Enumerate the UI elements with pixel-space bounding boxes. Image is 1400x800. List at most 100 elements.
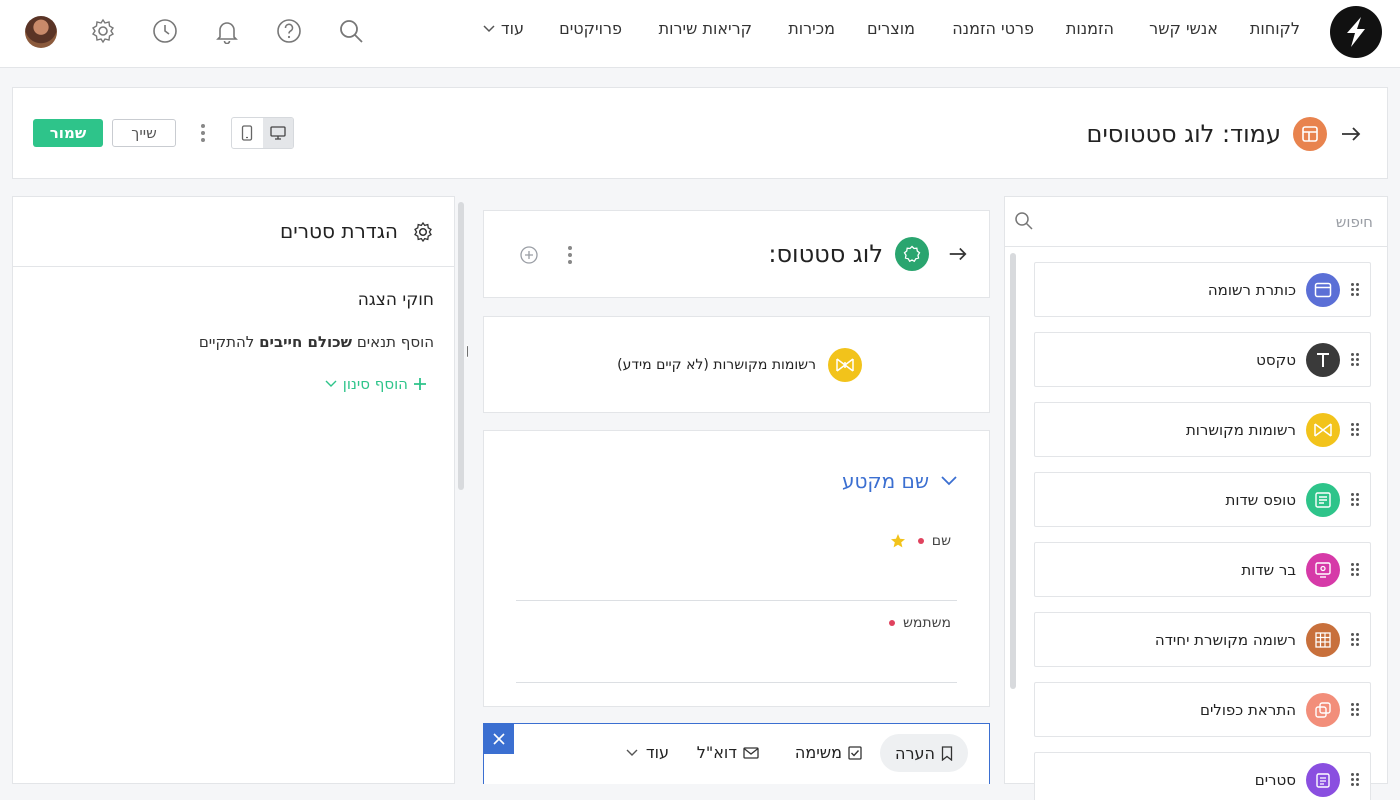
desktop-icon — [270, 126, 286, 140]
tab-more-label: עוד — [645, 743, 669, 762]
chevron-down-icon — [626, 749, 638, 756]
component-item[interactable]: כותרת רשומה — [1034, 262, 1371, 317]
nav-item-contacts[interactable]: אנשי קשר — [1149, 19, 1218, 38]
page-canvas: לוג סטטוס: רשומות מקושרות (לא קיים מידע)… — [458, 196, 1004, 784]
tab-more[interactable]: עוד — [626, 743, 669, 762]
component-label: טקסט — [1256, 350, 1296, 369]
top-navigation: לקוחות אנשי קשר הזמנות פרטי הזמנה מוצרים… — [0, 0, 1400, 68]
component-item[interactable]: טופס שדות — [1034, 472, 1371, 527]
tab-task[interactable]: משימה — [795, 743, 862, 762]
star-icon — [890, 534, 905, 548]
back-arrow-icon[interactable] — [1339, 122, 1363, 146]
nav-item-customers[interactable]: לקוחות — [1250, 19, 1300, 38]
drag-handle-icon[interactable] — [1340, 283, 1370, 296]
back-arrow-icon[interactable] — [947, 243, 969, 265]
nav-more-menu[interactable]: עוד — [483, 19, 524, 38]
nav-item-sales[interactable]: מכירות — [788, 19, 835, 38]
app-logo[interactable] — [1330, 6, 1382, 58]
drag-handle-icon[interactable] — [1340, 563, 1370, 576]
component-item[interactable]: סטרים — [1034, 752, 1371, 800]
nav-item-order-details[interactable]: פרטי הזמנה — [952, 19, 1034, 38]
components-scrollbar[interactable] — [1010, 253, 1016, 689]
notifications-button[interactable] — [212, 16, 242, 46]
drag-handle-icon[interactable] — [1340, 773, 1370, 786]
component-item[interactable]: בר שדות — [1034, 542, 1371, 597]
section-header[interactable]: שם מקטע — [842, 469, 957, 493]
share-button[interactable]: שייך — [112, 119, 176, 147]
drag-handle-icon[interactable] — [1340, 703, 1370, 716]
text-icon — [1306, 342, 1340, 377]
form-icon — [1306, 482, 1340, 517]
mobile-view-button[interactable] — [232, 118, 263, 148]
component-label: רשומות מקושרות — [1185, 420, 1296, 439]
field-label: שם — [931, 533, 951, 549]
add-filter-button[interactable]: הוסף סינון — [325, 375, 426, 393]
settings-button[interactable] — [88, 16, 118, 46]
divider — [13, 266, 454, 267]
drag-handle-icon[interactable] — [1340, 353, 1370, 366]
section-card[interactable]: שם מקטע שם משתמש — [483, 430, 990, 707]
tab-email[interactable]: דוא"ל — [697, 743, 759, 762]
display-rules-description: הוסף תנאים שכולם חייבים להתקיים — [199, 333, 434, 351]
component-item[interactable]: התראת כפולים — [1034, 682, 1371, 737]
field-name[interactable]: שם — [890, 533, 951, 549]
component-label: התראת כפולים — [1200, 700, 1296, 719]
nav-item-products[interactable]: מוצרים — [867, 19, 915, 38]
save-button[interactable]: שמור — [33, 119, 103, 147]
remove-widget-button[interactable] — [483, 723, 514, 754]
related-records-card[interactable]: רשומות מקושרות (לא קיים מידע) — [483, 316, 990, 413]
page-header: עמוד: לוג סטטוסים שמור שייך — [12, 87, 1388, 179]
history-button[interactable] — [150, 16, 180, 46]
more-options-icon[interactable] — [193, 121, 213, 145]
component-item[interactable]: רשומה מקושרת יחידה — [1034, 612, 1371, 667]
drag-handle-icon[interactable] — [1340, 493, 1370, 506]
nav-item-projects[interactable]: פרויקטים — [559, 19, 622, 38]
required-dot — [917, 538, 924, 544]
record-header-card[interactable]: לוג סטטוס: — [483, 210, 990, 298]
canvas-scrollbar[interactable] — [458, 202, 464, 490]
desktop-view-button[interactable] — [262, 118, 293, 148]
more-options-icon[interactable] — [560, 243, 580, 267]
drag-handle-icon[interactable] — [1340, 633, 1370, 646]
rules-desc-bold: שכולם חייבים — [259, 333, 353, 351]
gear-icon — [414, 221, 432, 243]
row-settings-panel: הגדרת סטרים חוקי הצגה הוסף תנאים שכולם ח… — [12, 196, 478, 784]
required-dot — [888, 620, 895, 626]
component-label: כותרת רשומה — [1207, 280, 1296, 299]
section-name: שם מקטע — [841, 469, 929, 493]
tab-task-label: משימה — [794, 743, 842, 762]
component-item[interactable]: טקסט — [1034, 332, 1371, 387]
rules-desc-prefix: הוסף תנאים — [356, 333, 434, 351]
duplicates-icon — [1306, 692, 1340, 727]
search-input[interactable] — [1043, 209, 1373, 235]
components-panel: כותרת רשומה טקסט רשומות מקושרות טופס שדות בר… — [1004, 196, 1388, 800]
related-records-icon — [828, 348, 862, 382]
chevron-down-icon — [941, 476, 957, 486]
nav-item-orders[interactable]: הזמנות — [1066, 19, 1114, 38]
field-user[interactable]: משתמש — [888, 615, 951, 631]
mail-icon — [743, 746, 759, 759]
search-icon — [1015, 212, 1033, 230]
add-filter-label: הוסף סינון — [342, 375, 408, 393]
add-circle-icon[interactable] — [520, 246, 538, 264]
record-title-text: לוג סטטוס: — [768, 240, 883, 268]
drag-handle-icon[interactable] — [1340, 423, 1370, 436]
plus-icon — [414, 378, 426, 390]
help-icon — [277, 19, 301, 43]
search-button[interactable] — [336, 16, 366, 46]
header-icon — [1306, 272, 1340, 307]
nav-item-service-calls[interactable]: קריאות שירות — [659, 19, 752, 38]
checkbox-icon — [848, 745, 862, 760]
component-label: טופס שדות — [1225, 490, 1296, 509]
page-title: עמוד: לוג סטטוסים — [1087, 117, 1327, 151]
tab-note[interactable]: הערה — [880, 734, 968, 772]
help-button[interactable] — [274, 16, 304, 46]
user-avatar[interactable] — [25, 16, 57, 48]
field-underline — [516, 682, 957, 683]
stream-card[interactable]: הערה משימה דוא"ל עוד — [483, 723, 990, 784]
tab-note-label: הערה — [895, 743, 935, 763]
component-label: סטרים — [1254, 770, 1296, 789]
component-item[interactable]: רשומות מקושרות — [1034, 402, 1371, 457]
bookmark-icon — [941, 745, 953, 761]
nav-more-label: עוד — [500, 19, 524, 38]
